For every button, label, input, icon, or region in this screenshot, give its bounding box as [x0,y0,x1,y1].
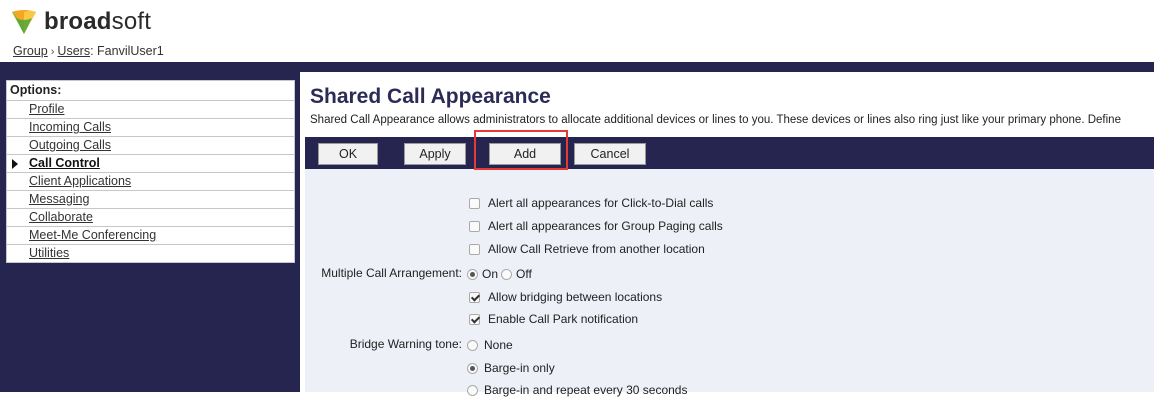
settings-content [305,169,1154,392]
allow-bridging-label: Allow bridging between locations [488,290,663,304]
selected-arrow-icon [12,159,18,169]
bwt-barge-in-only-radio[interactable] [467,362,478,374]
sidebar-item-utilities[interactable]: Utilities [7,244,294,262]
bwt-none-label: None [484,338,513,352]
page-title: Shared Call Appearance [310,85,551,108]
breadcrumb-separator: › [50,46,55,58]
allow-bridging-checkbox[interactable] [469,291,480,303]
enable-call-park-checkbox[interactable] [469,313,480,325]
sidebar-item-label[interactable]: Profile [29,102,64,116]
options-sidebar: Options: Profile Incoming Calls Outgoing… [6,80,295,263]
sidebar-item-messaging[interactable]: Messaging [7,190,294,208]
breadcrumb-group-link[interactable]: Group [13,44,48,58]
alert-group-paging-row: Alert all appearances for Group Paging c… [469,219,723,233]
bwt-barge-in-repeat-row: Barge-in and repeat every 30 seconds [467,383,687,397]
multiple-call-arrangement-radios: On Off [467,267,532,281]
mca-on-label: On [482,267,499,281]
brand-name: broadsoft [44,8,152,35]
broadsoft-logo-icon [12,10,36,34]
breadcrumb-users-link[interactable]: Users [57,44,90,58]
bwt-barge-in-only-label: Barge-in only [484,361,555,375]
breadcrumb: Group › Users: FanvilUser1 [13,44,164,58]
allow-call-retrieve-row: Allow Call Retrieve from another locatio… [469,242,705,256]
bwt-none-row: None [467,338,513,352]
page-description: Shared Call Appearance allows administra… [310,114,1121,126]
sidebar-item-meet-me-conferencing[interactable]: Meet-Me Conferencing [7,226,294,244]
sidebar-item-label[interactable]: Incoming Calls [29,120,111,134]
sidebar-item-label[interactable]: Collaborate [29,210,93,224]
sidebar-item-label[interactable]: Meet-Me Conferencing [29,228,156,242]
mca-on-radio[interactable] [467,268,478,280]
bwt-barge-in-repeat-label: Barge-in and repeat every 30 seconds [484,383,688,397]
sidebar-item-collaborate[interactable]: Collaborate [7,208,294,226]
sidebar-item-call-control[interactable]: Call Control [7,154,294,172]
sidebar-item-label[interactable]: Messaging [29,192,89,206]
multiple-call-arrangement-label: Multiple Call Arrangement: [321,266,462,280]
breadcrumb-current: : FanvilUser1 [90,44,164,58]
mca-off-radio[interactable] [501,268,513,280]
cancel-button[interactable]: Cancel [574,143,646,165]
action-toolbar: OK Apply Add Cancel [305,137,1154,169]
bwt-barge-in-repeat-radio[interactable] [467,384,478,396]
alert-group-paging-label: Alert all appearances for Group Paging c… [488,219,723,233]
allow-call-retrieve-label: Allow Call Retrieve from another locatio… [488,242,705,256]
sidebar-item-label[interactable]: Client Applications [29,174,131,188]
allow-call-retrieve-checkbox[interactable] [469,243,480,255]
alert-click-to-dial-label: Alert all appearances for Click-to-Dial … [488,196,714,210]
sidebar-item-incoming-calls[interactable]: Incoming Calls [7,118,294,136]
enable-call-park-label: Enable Call Park notification [488,312,639,326]
allow-bridging-row: Allow bridging between locations [469,290,662,304]
broadsoft-logo: broadsoft [10,4,151,40]
alert-group-paging-checkbox[interactable] [469,220,480,232]
sidebar-title: Options: [10,83,62,97]
bwt-none-radio[interactable] [467,339,478,351]
sidebar-item-label[interactable]: Outgoing Calls [29,138,111,152]
sidebar-item-outgoing-calls[interactable]: Outgoing Calls [7,136,294,154]
enable-call-park-row: Enable Call Park notification [469,312,638,326]
alert-click-to-dial-checkbox[interactable] [469,197,480,209]
mca-off-label: Off [516,267,532,281]
ok-button[interactable]: OK [318,143,378,165]
sidebar-item-label[interactable]: Utilities [29,246,69,260]
sidebar-item-client-applications[interactable]: Client Applications [7,172,294,190]
apply-button[interactable]: Apply [404,143,466,165]
bwt-barge-in-only-row: Barge-in only [467,361,555,375]
sidebar-item-label[interactable]: Call Control [29,156,100,170]
add-button-highlight [474,130,568,170]
bridge-warning-tone-label: Bridge Warning tone: [349,337,462,351]
sidebar-item-profile[interactable]: Profile [7,100,294,118]
alert-click-to-dial-row: Alert all appearances for Click-to-Dial … [469,196,713,210]
